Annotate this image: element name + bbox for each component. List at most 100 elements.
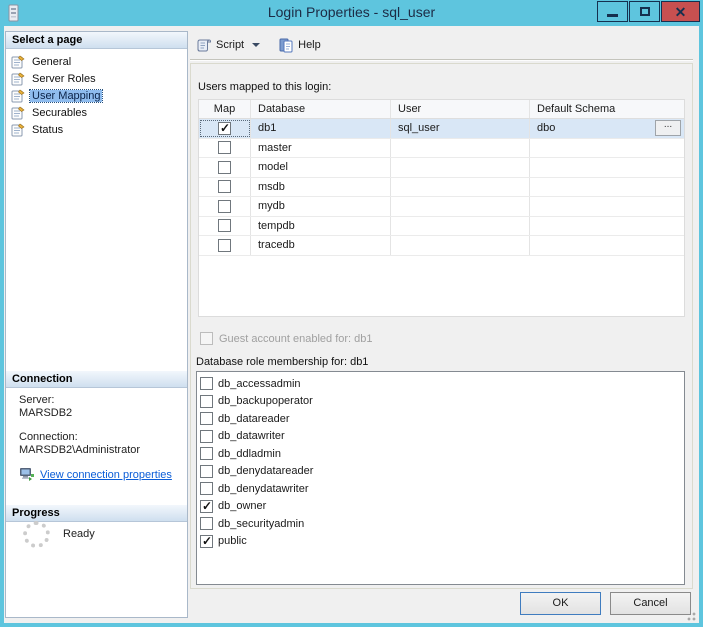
role-item-db_accessadmin[interactable]: db_accessadmin [200,375,684,393]
role-item-db_ddladmin[interactable]: db_ddladmin [200,445,684,463]
script-dropdown-icon [252,43,261,47]
role-checkbox[interactable] [200,377,213,391]
role-item-db_backupoperator[interactable]: db_backupoperator [200,393,684,411]
select-a-page-header: Select a page [6,32,187,49]
dialog-client-area: Select a page General Server Roles User Ma… [4,26,699,623]
user-cell [391,138,530,157]
role-label: db_ddladmin [218,447,281,460]
role-checkbox[interactable] [200,412,213,426]
table-row[interactable]: db1sql_userdbo... [199,119,684,139]
view-connection-properties-link[interactable]: View connection properties [40,469,172,482]
guest-account-checkbox[interactable] [200,332,213,345]
default-schema-cell [530,158,684,177]
role-checkbox[interactable] [200,464,213,478]
role-checkbox[interactable] [200,447,213,461]
database-cell: db1 [251,119,391,138]
table-row[interactable]: model [199,158,684,178]
database-cell: tempdb [251,216,391,235]
role-item-db_denydatawriter[interactable]: db_denydatawriter [200,480,684,498]
map-cell [199,158,251,177]
role-label: db_backupoperator [218,395,313,408]
ok-button[interactable]: OK [520,592,601,615]
resize-grip[interactable] [684,609,696,621]
map-checkbox[interactable] [218,219,231,233]
sidebar-item-general[interactable]: General [6,53,187,70]
column-header-default-schema[interactable]: Default Schema [530,100,684,118]
table-row[interactable]: tempdb [199,216,684,236]
database-cell: tracedb [251,236,391,255]
connection-properties-icon [20,468,34,481]
role-item-db_datareader[interactable]: db_datareader [200,410,684,428]
close-button[interactable]: ✕ [661,1,700,22]
role-item-db_securityadmin[interactable]: db_securityadmin [200,515,684,533]
progress-header: Progress [6,505,187,522]
role-membership-list[interactable]: db_accessadmin db_backupoperator db_datare… [196,371,685,585]
map-checkbox[interactable] [218,121,231,135]
role-label: db_denydatawriter [218,482,309,495]
role-item-db_denydatareader[interactable]: db_denydatareader [200,463,684,481]
table-row[interactable]: msdb [199,177,684,197]
role-checkbox[interactable] [200,429,213,443]
database-cell: model [251,158,391,177]
page-icon [11,72,25,85]
role-checkbox[interactable] [200,394,213,408]
table-row[interactable]: master [199,138,684,158]
user-cell [391,216,530,235]
role-label: db_denydatareader [218,465,314,478]
sidebar-item-securables[interactable]: Securables [6,104,187,121]
role-label: db_datareader [218,412,290,425]
database-cell: mydb [251,197,391,216]
map-cell [199,197,251,216]
sidebar-item-label: General [32,55,72,68]
default-schema-cell [530,178,684,197]
window-controls: ✕ [597,1,700,22]
map-checkbox[interactable] [218,160,231,174]
maximize-button[interactable] [629,1,660,22]
minimize-button[interactable] [597,1,628,22]
script-button[interactable]: Script [192,36,264,55]
role-checkbox[interactable] [200,499,213,513]
sidebar-item-status[interactable]: Status [6,121,187,138]
map-checkbox[interactable] [218,238,231,252]
role-checkbox[interactable] [200,482,213,496]
page-icon [11,55,25,68]
page-list: General Server Roles User Mapping Securable… [6,49,187,138]
page-icon [11,89,25,102]
sidebar-item-server-roles[interactable]: Server Roles [6,70,187,87]
map-checkbox[interactable] [218,199,231,213]
role-item-public[interactable]: public [200,533,684,551]
role-item-db_owner[interactable]: db_owner [200,498,684,516]
user-cell [391,158,530,177]
role-label: db_datawriter [218,430,285,443]
column-header-map[interactable]: Map [199,100,251,118]
page-icon [11,106,25,119]
table-header-row: Map Database User Default Schema [199,100,684,119]
user-cell [391,197,530,216]
column-header-user[interactable]: User [391,100,530,118]
map-checkbox[interactable] [218,180,231,194]
user-cell [391,177,530,196]
column-header-database[interactable]: Database [251,100,391,118]
user-mapping-table[interactable]: MapDatabaseUserDefault Schemadb1sql_user… [198,99,685,317]
close-icon: ✕ [674,3,687,20]
title-bar: Login Properties - sql_user ✕ [0,0,703,26]
table-row[interactable]: tracedb [199,236,684,256]
role-item-db_datawriter[interactable]: db_datawriter [200,428,684,446]
browse-schema-button[interactable]: ... [655,120,681,137]
server-value: MARSDB2 [19,407,73,419]
role-checkbox[interactable] [200,517,213,531]
server-label: Server: [19,394,55,406]
role-label: db_securityadmin [218,517,305,530]
help-button[interactable]: Help [274,36,325,55]
role-checkbox[interactable] [200,534,213,548]
toolbar-separator [190,59,693,61]
map-checkbox[interactable] [218,141,231,155]
maximize-icon [639,7,650,16]
sidebar-item-user-mapping[interactable]: User Mapping [6,87,187,104]
table-row[interactable]: mydb [199,197,684,217]
map-cell [199,177,251,196]
cancel-button[interactable]: Cancel [610,592,691,615]
sidebar-item-label: Securables [32,106,88,119]
help-icon [279,38,293,52]
map-cell [199,119,251,138]
